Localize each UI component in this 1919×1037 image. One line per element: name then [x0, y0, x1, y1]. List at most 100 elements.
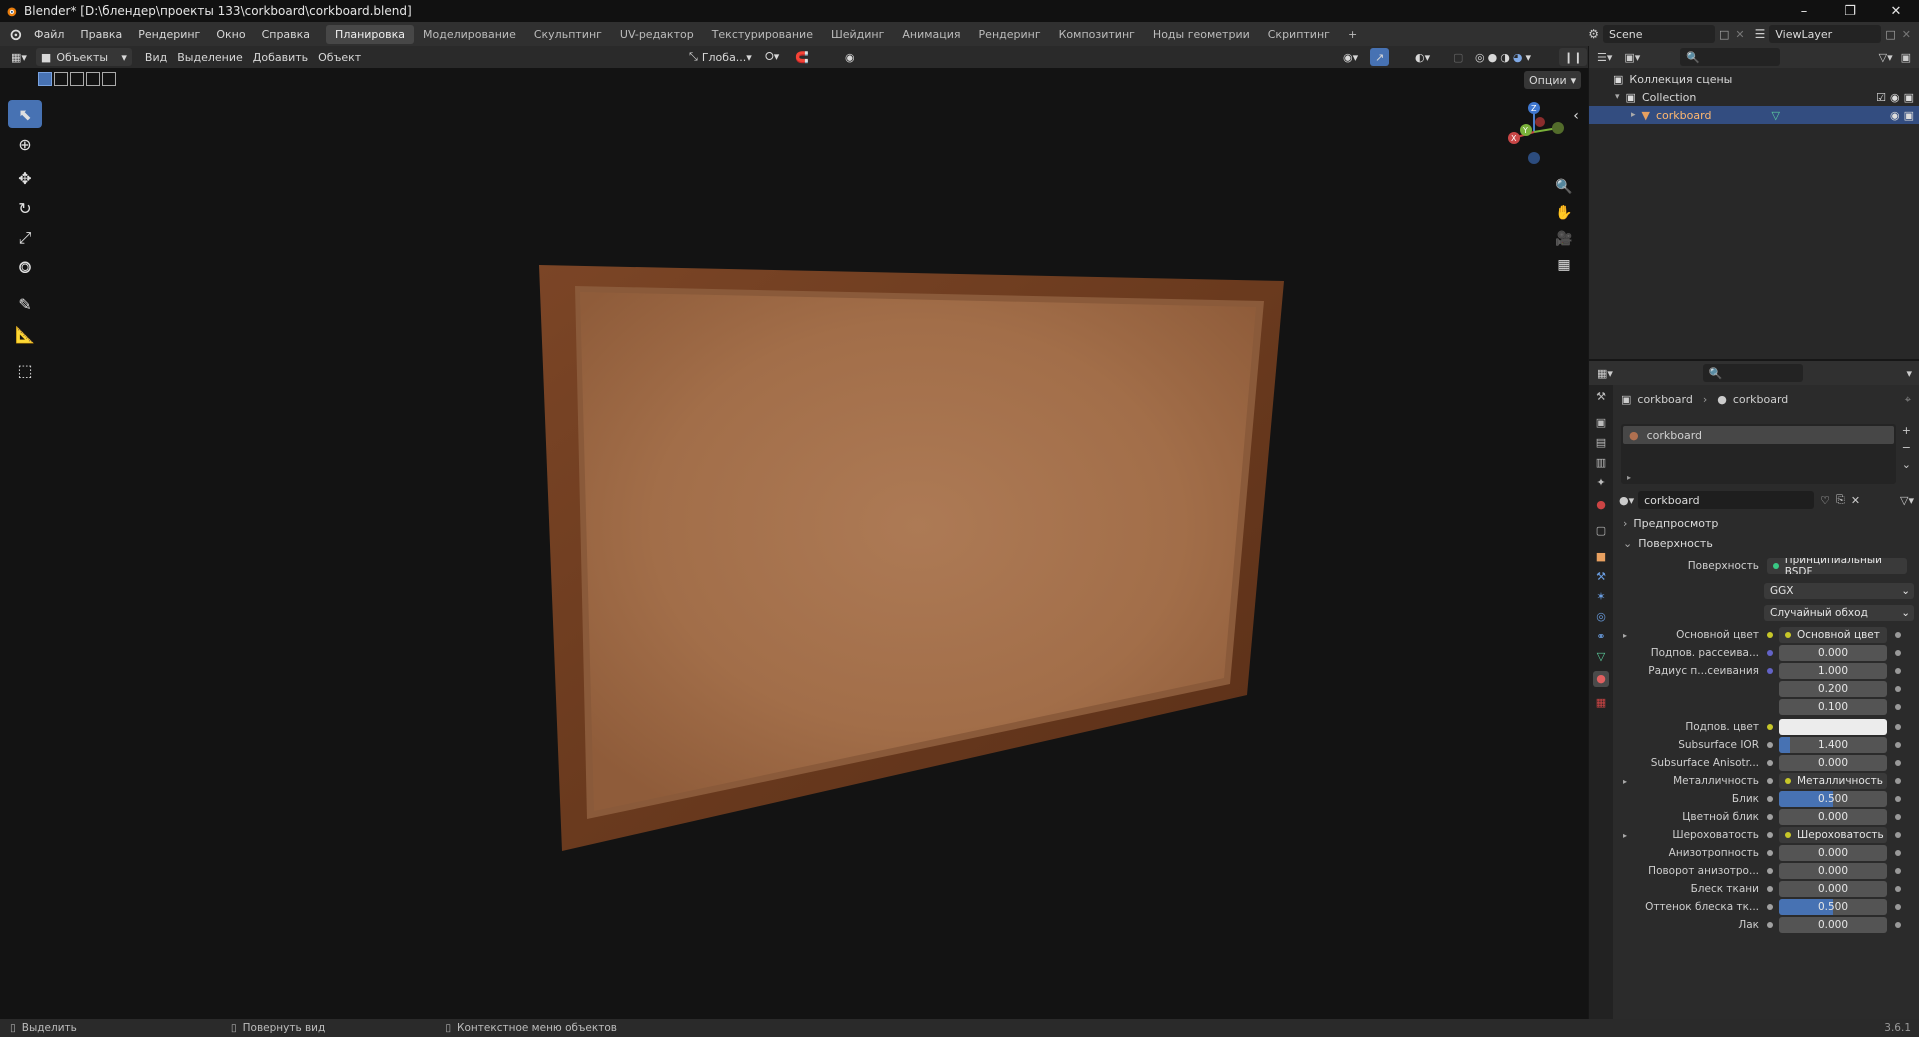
keyframe-icon[interactable] — [1895, 832, 1901, 838]
sidebar-toggle-icon[interactable]: ‹ — [1568, 104, 1584, 128]
render-camera-icon[interactable]: ▣ — [1904, 91, 1914, 104]
bsdf-number-field[interactable]: 0.000 — [1779, 645, 1887, 661]
distribution-dropdown[interactable]: GGX ⌄ — [1764, 583, 1914, 599]
workspace-tab-10[interactable]: Скриптинг — [1259, 25, 1339, 44]
keyframe-icon[interactable] — [1895, 686, 1901, 692]
socket-icon[interactable] — [1767, 778, 1773, 784]
menu-view[interactable]: Вид — [140, 48, 172, 66]
modifier-tab-icon[interactable]: ⚒ — [1593, 569, 1609, 585]
new-viewlayer-icon[interactable]: □ — [1885, 28, 1895, 41]
add-slot-icon[interactable]: + — [1902, 424, 1911, 437]
menu-window[interactable]: Окно — [208, 28, 253, 41]
workspace-tab-11[interactable]: + — [1339, 25, 1366, 44]
properties-editor-icon[interactable]: ▦▾ — [1597, 367, 1613, 380]
socket-icon[interactable] — [1767, 922, 1773, 928]
corkboard-render[interactable] — [0, 68, 1588, 1019]
properties-search-input[interactable]: 🔍 — [1702, 364, 1803, 382]
keyframe-icon[interactable] — [1895, 922, 1901, 928]
delete-viewlayer-icon[interactable]: ✕ — [1902, 28, 1911, 41]
remove-slot-icon[interactable]: − — [1902, 441, 1911, 454]
outliner-row-object[interactable]: ▸ ▼ corkboard ▽ ◉ ▣ — [1589, 106, 1919, 124]
bsdf-link-field[interactable]: Металличность — [1779, 773, 1887, 789]
keyframe-icon[interactable] — [1895, 886, 1901, 892]
material-name-field[interactable]: corkboard — [1638, 491, 1815, 509]
bsdf-number-field[interactable]: 0.000 — [1779, 917, 1887, 933]
keyframe-icon[interactable] — [1895, 850, 1901, 856]
wireframe-shading-icon[interactable]: ◎ — [1475, 51, 1485, 64]
viewlayer-field[interactable]: ViewLayer — [1769, 25, 1882, 43]
workspace-tab-0[interactable]: Планировка — [326, 24, 415, 44]
material-browse-icon[interactable]: ●▾ — [1619, 494, 1634, 507]
workspace-tab-5[interactable]: Шейдинг — [822, 25, 893, 44]
keyframe-icon[interactable] — [1895, 904, 1901, 910]
socket-icon[interactable] — [1767, 832, 1773, 838]
bsdf-number-field[interactable]: 0.000 — [1779, 755, 1887, 771]
close-icon[interactable]: ✕ — [1873, 4, 1919, 19]
socket-icon[interactable] — [1767, 742, 1773, 748]
menu-object[interactable]: Объект — [313, 48, 366, 66]
socket-icon[interactable] — [1767, 904, 1773, 910]
socket-icon[interactable] — [1767, 814, 1773, 820]
pan-hand-icon[interactable]: ✋ — [1552, 201, 1576, 225]
socket-icon[interactable] — [1767, 632, 1773, 638]
subsurface-method-dropdown[interactable]: Случайный обход ⌄ — [1764, 605, 1914, 621]
keyframe-icon[interactable] — [1895, 724, 1901, 730]
keyframe-icon[interactable] — [1895, 632, 1901, 638]
bsdf-number-field[interactable]: 0.100 — [1779, 699, 1887, 715]
output-tab-icon[interactable]: ▤ — [1593, 435, 1609, 451]
solid-shading-icon[interactable]: ● — [1488, 51, 1498, 64]
tool-tab-icon[interactable]: ⚒ — [1593, 389, 1609, 405]
bsdf-link-field[interactable]: Основной цвет — [1779, 627, 1887, 643]
expand-arrow-icon[interactable]: ▾ — [1615, 92, 1620, 102]
minimize-icon[interactable]: – — [1781, 4, 1827, 19]
bsdf-number-field[interactable]: 1.400 — [1779, 737, 1887, 753]
keyframe-icon[interactable] — [1895, 868, 1901, 874]
bsdf-number-field[interactable]: 0.500 — [1779, 791, 1887, 807]
filter-icon[interactable]: ▽▾ — [1879, 51, 1893, 64]
outliner-row-collection[interactable]: ▾ ▣ Collection ☑ ◉ ▣ — [1589, 88, 1919, 106]
workspace-tab-9[interactable]: Ноды геометрии — [1144, 25, 1259, 44]
render-camera-icon[interactable]: ▣ — [1904, 109, 1914, 122]
expand-arrow-icon[interactable]: ▸ — [1627, 473, 1631, 482]
bsdf-number-field[interactable]: 0.500 — [1779, 899, 1887, 915]
outliner-editor-icon[interactable]: ☰▾ — [1597, 51, 1612, 64]
workspace-tab-1[interactable]: Моделирование — [414, 25, 525, 44]
new-scene-icon[interactable]: □ — [1719, 28, 1729, 41]
constraints-tab-icon[interactable]: ⚭ — [1593, 629, 1609, 645]
perspective-grid-icon[interactable]: ▦ — [1552, 253, 1576, 277]
scene-field[interactable]: Scene — [1602, 25, 1715, 43]
menu-render[interactable]: Рендеринг — [130, 28, 208, 41]
navigation-gizmo[interactable]: Z X Y — [1500, 98, 1568, 164]
bsdf-link-field[interactable]: Шероховатость — [1779, 827, 1887, 843]
fake-user-icon[interactable]: ♡ — [1820, 494, 1830, 507]
exclude-checkbox-icon[interactable]: ☑ — [1876, 91, 1886, 104]
eye-icon[interactable]: ◉ — [1890, 91, 1900, 104]
texture-tab-icon[interactable]: ▦ — [1593, 695, 1609, 711]
socket-icon[interactable] — [1767, 850, 1773, 856]
blender-menu-icon[interactable] — [8, 27, 22, 41]
world-tab-icon[interactable]: ● — [1593, 497, 1609, 513]
camera-view-icon[interactable]: 🎥 — [1552, 227, 1576, 251]
socket-icon[interactable] — [1767, 796, 1773, 802]
expand-arrow-icon[interactable]: ▸ — [1623, 631, 1627, 640]
keyframe-icon[interactable] — [1895, 742, 1901, 748]
workspace-tab-3[interactable]: UV-редактор — [611, 25, 703, 44]
3d-viewport[interactable]: Опции ▾ ⬉ ⊕ ✥ ↻ ⤢ ⭗ ✎ 📐 ⬚ Z X Y 🔍 ✋ 🎥 ▦ … — [0, 68, 1588, 1019]
workspace-tab-6[interactable]: Анимация — [893, 25, 969, 44]
duplicate-icon[interactable]: ⎘ — [1836, 493, 1845, 507]
workspace-tab-8[interactable]: Композитинг — [1050, 25, 1144, 44]
snap-icon[interactable]: 🧲 — [790, 48, 814, 66]
menu-edit[interactable]: Правка — [72, 28, 130, 41]
socket-icon[interactable] — [1767, 886, 1773, 892]
bsdf-number-field[interactable]: 1.000 — [1779, 663, 1887, 679]
workspace-tab-7[interactable]: Рендеринг — [970, 25, 1050, 44]
material-slot-row[interactable]: ● corkboard — [1623, 426, 1894, 444]
keyframe-icon[interactable] — [1895, 814, 1901, 820]
keyframe-icon[interactable] — [1895, 796, 1901, 802]
socket-icon[interactable] — [1767, 760, 1773, 766]
bsdf-number-field[interactable]: 0.000 — [1779, 809, 1887, 825]
material-tab-icon[interactable]: ● — [1593, 671, 1609, 687]
delete-scene-icon[interactable]: ✕ — [1735, 28, 1744, 41]
pivot-icon[interactable]: ⭘▾ — [760, 48, 784, 66]
bsdf-number-field[interactable]: 0.000 — [1779, 863, 1887, 879]
